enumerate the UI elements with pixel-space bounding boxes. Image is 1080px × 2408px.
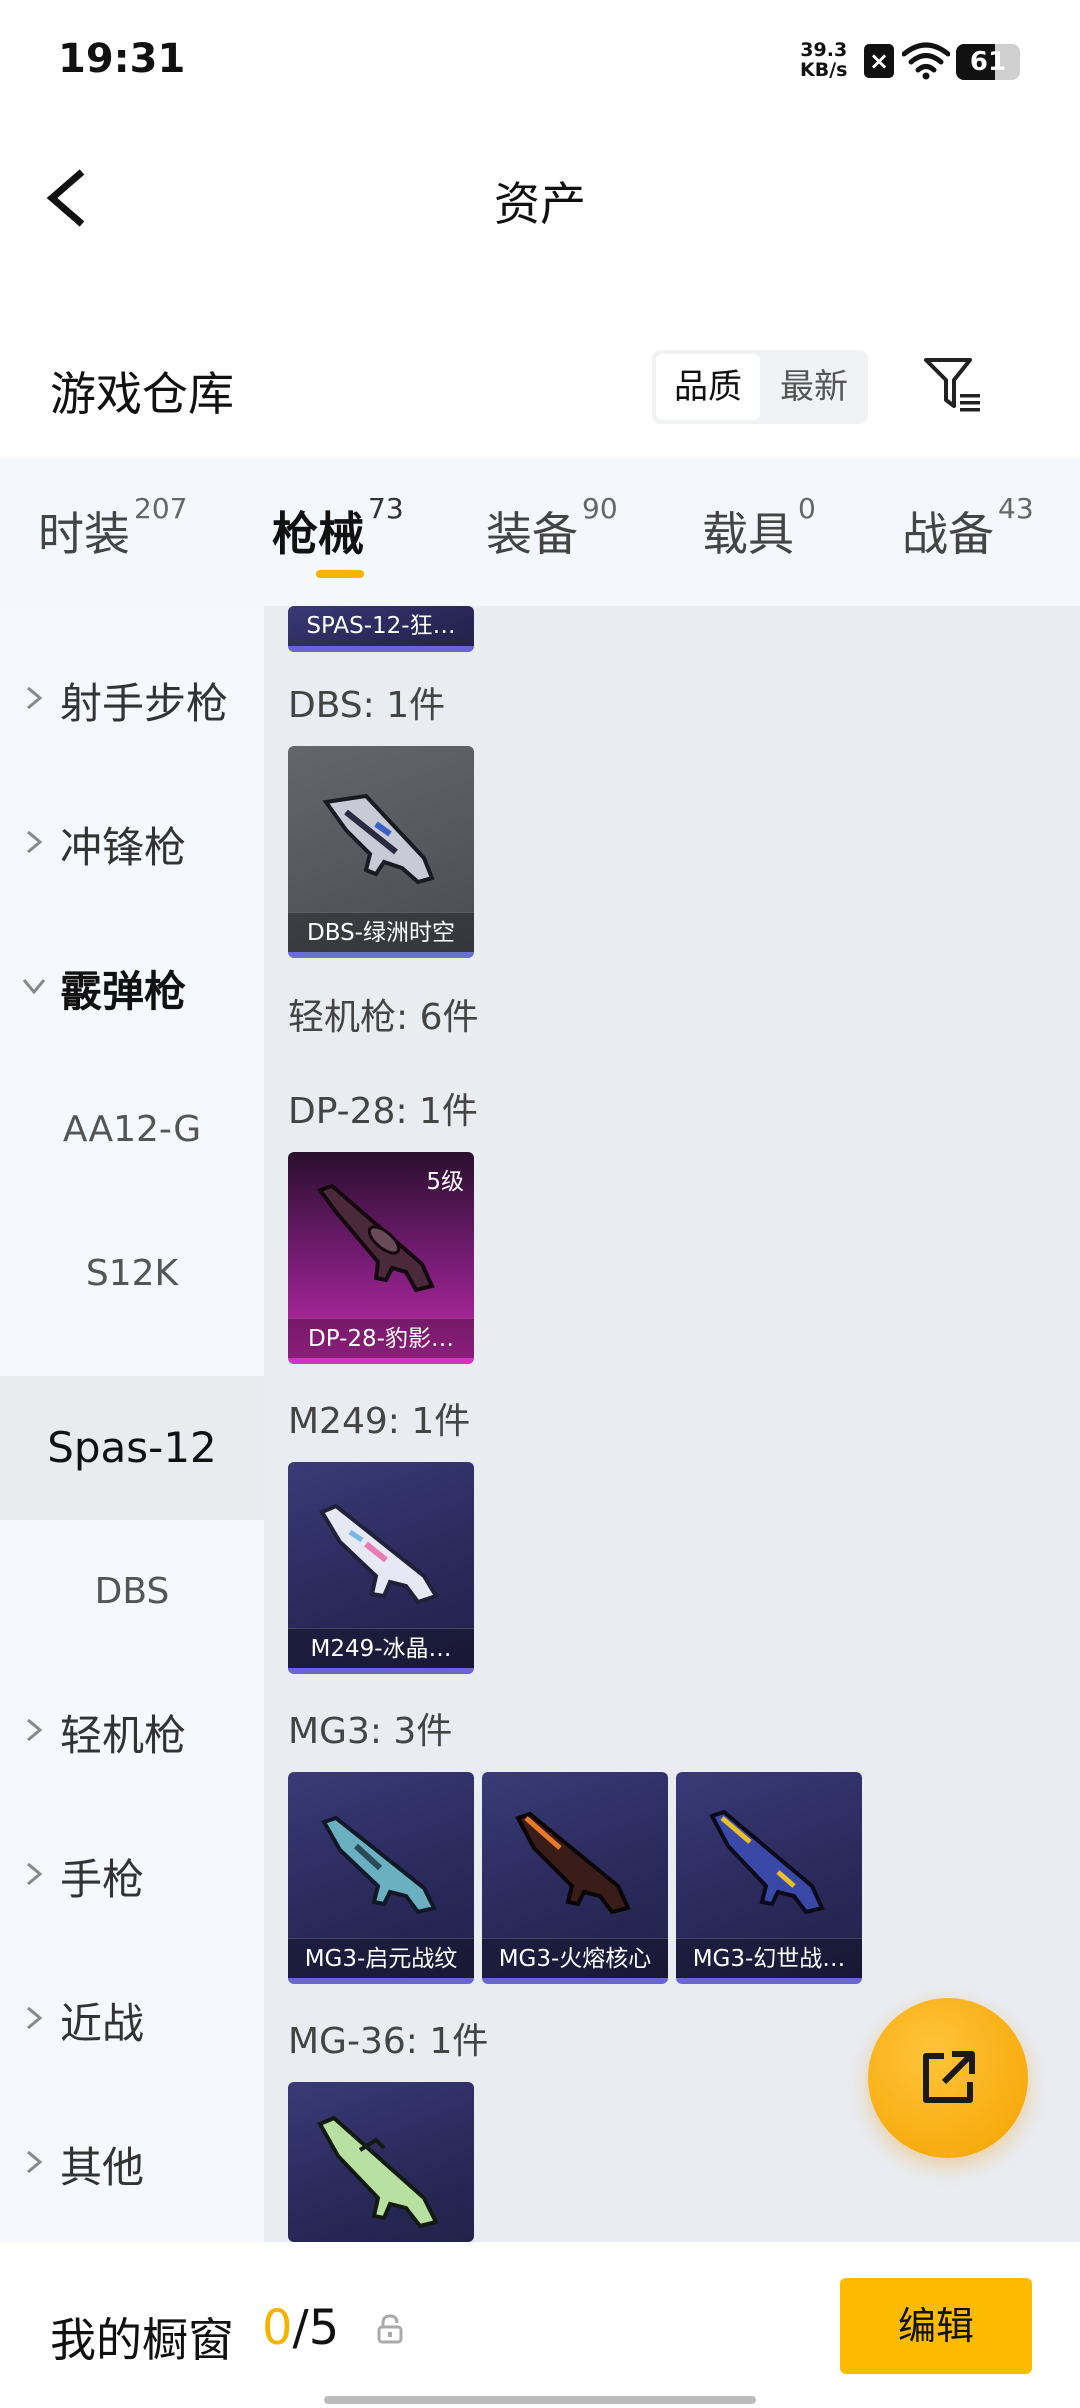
shotgun-image — [322, 793, 435, 885]
tab-count: 73 — [368, 492, 404, 525]
tab-count: 0 — [798, 492, 816, 525]
machine-gun-image — [709, 1809, 825, 1915]
sidebar-item-smg[interactable]: 冲锋枪 — [0, 770, 264, 914]
weapon-card-name: DBS-绿洲时空 — [288, 912, 474, 952]
tab-label: 载具 — [702, 507, 794, 561]
chevron-right-icon — [27, 1862, 43, 1886]
sidebar-subitem-dbs[interactable]: DBS — [0, 1520, 264, 1664]
machine-gun-image — [319, 1503, 439, 1605]
weapon-card-mg3-1[interactable]: MG3-启元战纹 — [288, 1772, 474, 1984]
chevron-right-icon — [27, 830, 43, 854]
weapon-card-mg36[interactable] — [288, 2082, 474, 2242]
group-label-mg3: MG3: 3件 — [288, 1711, 453, 1752]
weapon-card-dbs[interactable]: DBS-绿洲时空 — [288, 746, 474, 958]
sidebar-item-shotgun[interactable]: 霰弹枪 — [0, 914, 264, 1058]
weapon-category-sidebar: 射手步枪 冲锋枪 霰弹枪 AA12-G S12K Spas-12 DBS 轻机枪… — [0, 606, 264, 2242]
page-title: 资产 — [494, 177, 586, 231]
sidebar-item-label: 轻机枪 — [60, 1711, 187, 1760]
sidebar-item-partial — [0, 606, 264, 626]
sidebar-item-label: 手枪 — [60, 1855, 145, 1904]
wifi-icon — [902, 42, 950, 80]
chevron-right-icon — [27, 2006, 43, 2030]
group-label-m249: M249: 1件 — [288, 1401, 471, 1442]
group-label-dp28: DP-28: 1件 — [288, 1091, 478, 1132]
tab-fashion[interactable]: 时装 207 — [38, 492, 187, 564]
edit-button[interactable]: 编辑 — [840, 2278, 1032, 2374]
machine-gun-image — [316, 1183, 435, 1293]
weapon-card-mg3-3[interactable]: MG3-幻世战… — [676, 1772, 862, 1984]
sidebar-item-label: 冲锋枪 — [60, 823, 187, 872]
group-label-mg36: MG-36: 1件 — [288, 2021, 489, 2062]
sort-toggle: 品质 最新 — [652, 350, 868, 424]
tab-count: 90 — [582, 492, 618, 525]
battery-icon: 61 — [956, 44, 1020, 80]
weapon-card-name: DP-28-豹影… — [288, 1318, 474, 1358]
weapon-card-m249[interactable]: M249-冰晶… — [288, 1462, 474, 1674]
category-tabs: 时装 207 枪械 73 装备 90 载具 0 战备 43 — [0, 458, 1080, 606]
sidebar-subitem-s12k[interactable]: S12K — [0, 1202, 264, 1346]
showcase-title: 我的橱窗 — [50, 2313, 234, 2367]
sidebar-item-label: 霰弹枪 — [60, 967, 187, 1016]
weapon-card-spas12[interactable]: SPAS-12-狂… — [288, 606, 474, 652]
share-button[interactable] — [868, 1998, 1028, 2158]
group-label-dbs: DBS: 1件 — [288, 685, 446, 726]
showcase-count: 0/5 — [262, 2300, 339, 2356]
chevron-down-icon — [22, 979, 46, 995]
tab-label: 时装 — [38, 507, 130, 561]
chevron-right-icon — [27, 686, 43, 710]
sidebar-item-label: 其他 — [60, 2143, 145, 2192]
sidebar-item-label: 射手步枪 — [60, 679, 229, 728]
sort-quality-button[interactable]: 品质 — [656, 354, 760, 420]
sidebar-item-melee[interactable]: 近战 — [0, 1946, 264, 2090]
rifle-image — [317, 2115, 439, 2229]
chevron-right-icon — [27, 2150, 43, 2174]
tab-count: 43 — [998, 492, 1034, 525]
tab-label: 枪械 — [272, 507, 364, 561]
tab-label: 装备 — [486, 507, 578, 561]
network-speed: 39.3 KB/s — [800, 40, 847, 80]
showcase-used-count: 0 — [262, 2300, 293, 2356]
group-label-lmg: 轻机枪: 6件 — [288, 997, 479, 1038]
home-indicator[interactable] — [324, 2396, 756, 2404]
sort-latest-button[interactable]: 最新 — [760, 350, 868, 424]
lock-icon — [377, 2314, 403, 2344]
showcase-total-count: /5 — [292, 2300, 340, 2356]
weapon-card-name: M249-冰晶… — [288, 1628, 474, 1668]
tab-vehicles[interactable]: 载具 0 — [702, 492, 816, 564]
sidebar-item-label: 近战 — [60, 1999, 145, 2048]
filter-list-icon[interactable] — [920, 354, 984, 418]
weapon-card-name: SPAS-12-狂… — [306, 613, 456, 639]
battery-level: 61 — [969, 47, 1007, 77]
status-bar: 19:31 39.3 KB/s × 61 — [0, 0, 1080, 120]
machine-gun-image — [321, 1815, 437, 1915]
section-title: 游戏仓库 — [50, 367, 234, 421]
sidebar-item-other[interactable]: 其他 — [0, 2090, 264, 2234]
weapon-card-name: MG3-火熔核心 — [482, 1938, 668, 1978]
notification-x-icon: × — [864, 44, 894, 78]
sidebar-item-pistol[interactable]: 手枪 — [0, 1802, 264, 1946]
weapon-card-dp28[interactable]: 5级 DP-28-豹影… — [288, 1152, 474, 1364]
tab-equipment[interactable]: 装备 90 — [486, 492, 618, 564]
sidebar-subitem-aa12g[interactable]: AA12-G — [0, 1058, 264, 1202]
machine-gun-image — [515, 1811, 631, 1915]
weapon-card-name: MG3-幻世战… — [676, 1938, 862, 1978]
network-speed-unit: KB/s — [800, 59, 848, 81]
share-external-icon — [923, 2051, 975, 2103]
active-tab-indicator — [316, 570, 364, 578]
weapon-card-name: MG3-启元战纹 — [288, 1938, 474, 1978]
status-time: 19:31 — [58, 36, 186, 82]
network-speed-value: 39.3 — [800, 39, 848, 61]
sidebar-item-marksman-rifle[interactable]: 射手步枪 — [0, 626, 264, 770]
sidebar-item-lmg[interactable]: 轻机枪 — [0, 1658, 264, 1802]
chevron-right-icon — [27, 1718, 43, 1742]
showcase-bar: 我的橱窗 0/5 编辑 — [0, 2242, 1080, 2408]
tab-combat-gear[interactable]: 战备 43 — [902, 492, 1034, 564]
weapon-list: SPAS-12-狂… DBS: 1件 DBS-绿洲时空 轻机枪: 6件 DP-2… — [264, 606, 1080, 2242]
weapon-card-mg3-2[interactable]: MG3-火熔核心 — [482, 1772, 668, 1984]
sidebar-subitem-spas12[interactable]: Spas-12 — [0, 1376, 264, 1520]
tab-label: 战备 — [902, 507, 994, 561]
tab-firearms[interactable]: 枪械 73 — [272, 492, 404, 564]
tab-count: 207 — [134, 492, 188, 525]
